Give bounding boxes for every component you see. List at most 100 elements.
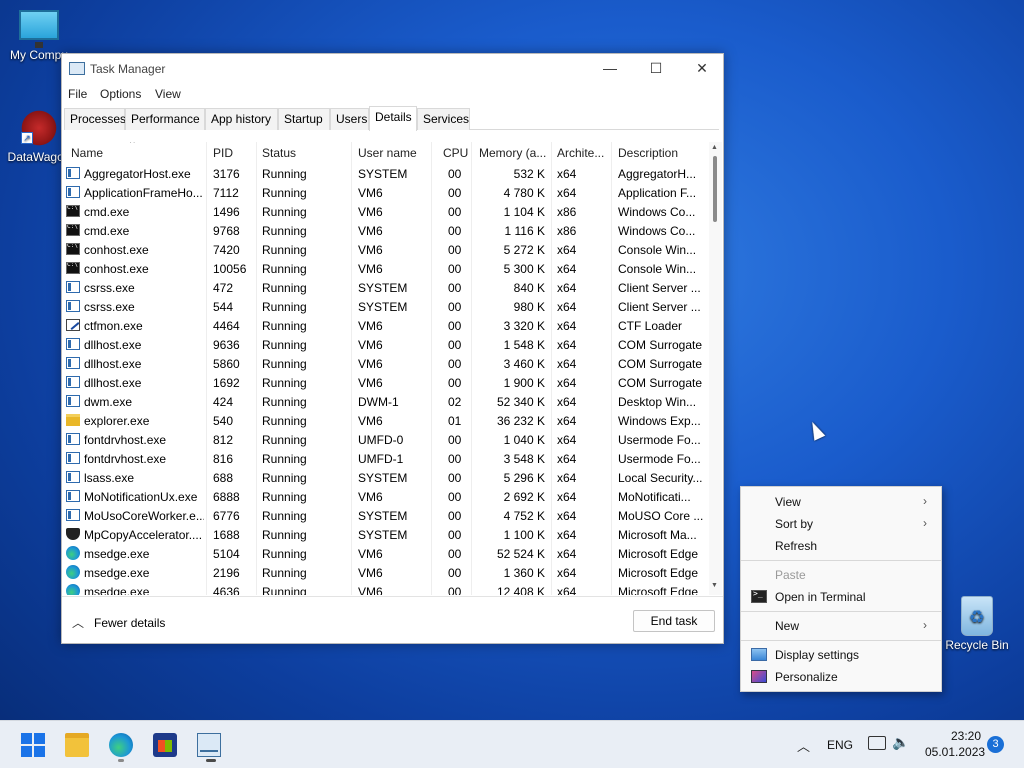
cell-status: Running [262,167,307,181]
volume-icon[interactable]: 🔈 [892,734,909,751]
cell-user-name: SYSTEM [358,300,408,314]
cell-description: Console Win... [618,243,697,257]
cell-name: MoNotificationUx.exe [84,490,198,504]
cell-architecture: x64 [557,414,577,428]
tab-users[interactable]: Users [330,108,369,130]
notification-badge[interactable]: 3 [987,736,1004,753]
cell-description: MoNotificati... [618,490,691,504]
table-row[interactable]: MpCopyAccelerator.... 1688 Running SYSTEM 00… [62,525,709,544]
tab-performance[interactable]: Performance [125,108,205,130]
table-row[interactable]: dllhost.exe 5860 Running VM6 00 3 460 K x64 COM… [62,354,709,373]
process-edge-icon [66,546,80,560]
cell-pid: 7420 [213,243,240,257]
scroll-down-icon[interactable]: ▼ [711,582,718,589]
column-header-cpu[interactable]: CPU [443,146,468,160]
menu-item-new[interactable]: New › [741,615,941,637]
datawagon-icon: ↗ [19,108,59,148]
cell-cpu: 00 [448,433,462,447]
cell-name: cmd.exe [84,205,130,219]
table-row[interactable]: fontdrvhost.exe 812 Running UMFD-0 00 1 040 K… [62,430,709,449]
start-button[interactable] [21,733,45,757]
table-row[interactable]: dllhost.exe 1692 Running VM6 00 1 900 K x64 COM… [62,373,709,392]
menu-file[interactable]: File [68,87,87,101]
table-row[interactable]: dwm.exe 424 Running DWM-1 02 52 340 K x64 Deskt… [62,392,709,411]
menu-view[interactable]: View [155,87,181,101]
cell-pid: 10056 [213,262,247,276]
process-edge-icon [66,565,80,579]
fewer-details-link[interactable]: ︿ Fewer details [72,614,165,631]
table-row[interactable]: ApplicationFrameHo... 7112 Running VM6 00 4 7… [62,183,709,202]
menu-item-display-settings[interactable]: Display settings [741,644,941,666]
cell-status: Running [262,243,307,257]
tab-processes[interactable]: Processes [64,108,126,130]
table-row[interactable]: csrss.exe 544 Running SYSTEM 00 980 K x64 Clien… [62,297,709,316]
cell-status: Running [262,357,307,371]
desktop-context-menu: View › Sort by › Refresh Paste Open in T… [740,486,942,692]
table-row[interactable]: fontdrvhost.exe 816 Running UMFD-1 00 3 548 K… [62,449,709,468]
table-row[interactable]: ctfmon.exe 4464 Running VM6 00 3 320 K x64 CTF … [62,316,709,335]
table-row[interactable]: msedge.exe 4636 Running VM6 00 12 408 K x64 Mic… [62,582,709,595]
table-row[interactable]: explorer.exe 540 Running VM6 01 36 232 K x64 Wi… [62,411,709,430]
network-icon[interactable] [868,736,886,750]
table-row[interactable]: msedge.exe 2196 Running VM6 00 1 360 K x64 Micr… [62,563,709,582]
cell-name: dllhost.exe [84,357,142,371]
task-manager-taskbar-icon[interactable] [197,733,221,757]
clock-date[interactable]: 05.01.2023 [925,745,985,759]
menu-separator [741,560,941,561]
column-header-name[interactable]: Name [71,146,103,160]
table-row[interactable]: cmd.exe 1496 Running VM6 00 1 104 K x86 Windows… [62,202,709,221]
microsoft-store-icon[interactable] [153,733,177,757]
edge-browser-icon[interactable] [109,733,133,757]
file-explorer-icon[interactable] [65,733,89,757]
close-button[interactable]: ✕ [679,54,725,82]
process-svc-icon [66,357,80,369]
table-row[interactable]: conhost.exe 7420 Running VM6 00 5 272 K x64 Con… [62,240,709,259]
tab-startup[interactable]: Startup [278,108,330,130]
column-header-architecture[interactable]: Archite... [557,146,604,160]
cell-pid: 6776 [213,509,240,523]
table-row[interactable]: MoNotificationUx.exe 6888 Running VM6 00 2 69… [62,487,709,506]
menu-item-personalize[interactable]: Personalize [741,666,941,688]
vertical-scrollbar[interactable]: ▲ ▼ [709,142,722,595]
cell-user-name: VM6 [358,547,383,561]
menu-options[interactable]: Options [100,87,141,101]
maximize-button[interactable]: ☐ [633,54,679,82]
menu-item-sort-by[interactable]: Sort by › [741,513,941,535]
tab-services[interactable]: Services [417,108,470,130]
table-row[interactable]: cmd.exe 9768 Running VM6 00 1 116 K x86 Windows… [62,221,709,240]
cell-architecture: x64 [557,509,577,523]
end-task-button[interactable]: End task [633,610,715,632]
table-row[interactable]: conhost.exe 10056 Running VM6 00 5 300 K x64 Co… [62,259,709,278]
cell-user-name: UMFD-0 [358,433,404,447]
tab-details[interactable]: Details [369,106,417,131]
column-header-description[interactable]: Description [618,146,678,160]
column-header-memory[interactable]: Memory (a... [479,146,546,160]
input-language-indicator[interactable]: ENG [827,738,853,752]
table-row[interactable]: dllhost.exe 9636 Running VM6 00 1 548 K x64 COM… [62,335,709,354]
table-row[interactable]: lsass.exe 688 Running SYSTEM 00 5 296 K x64 Loc… [62,468,709,487]
tab-app-history[interactable]: App history [205,108,278,130]
cell-cpu: 00 [448,452,462,466]
menu-item-open-in-terminal[interactable]: Open in Terminal [741,586,941,608]
table-row[interactable]: MoUsoCoreWorker.e... 6776 Running SYSTEM 00 4… [62,506,709,525]
title-bar[interactable]: Task Manager — ☐ ✕ [62,54,723,82]
menu-item-refresh[interactable]: Refresh [741,535,941,557]
table-row[interactable]: msedge.exe 5104 Running VM6 00 52 524 K x64 Mic… [62,544,709,563]
cell-status: Running [262,224,307,238]
cell-architecture: x64 [557,433,577,447]
scroll-up-icon[interactable]: ▲ [711,144,718,151]
desktop-icon-recycle-bin[interactable]: ♻ Recycle Bin [940,596,1014,652]
column-header-pid[interactable]: PID [213,146,233,160]
table-row[interactable]: AggregatorHost.exe 3176 Running SYSTEM 00 532… [62,164,709,183]
column-header-status[interactable]: Status [262,146,296,160]
cell-pid: 4464 [213,319,240,333]
cell-cpu: 00 [448,376,462,390]
chevron-up-icon[interactable]: ︿ [797,736,810,755]
cell-pid: 816 [213,452,234,466]
table-row[interactable]: csrss.exe 472 Running SYSTEM 00 840 K x64 Clien… [62,278,709,297]
menu-item-view[interactable]: View › [741,491,941,513]
minimize-button[interactable]: — [587,54,633,82]
column-header-user-name[interactable]: User name [358,146,417,160]
clock-time[interactable]: 23:20 [951,729,981,743]
scroll-thumb[interactable] [713,156,717,222]
